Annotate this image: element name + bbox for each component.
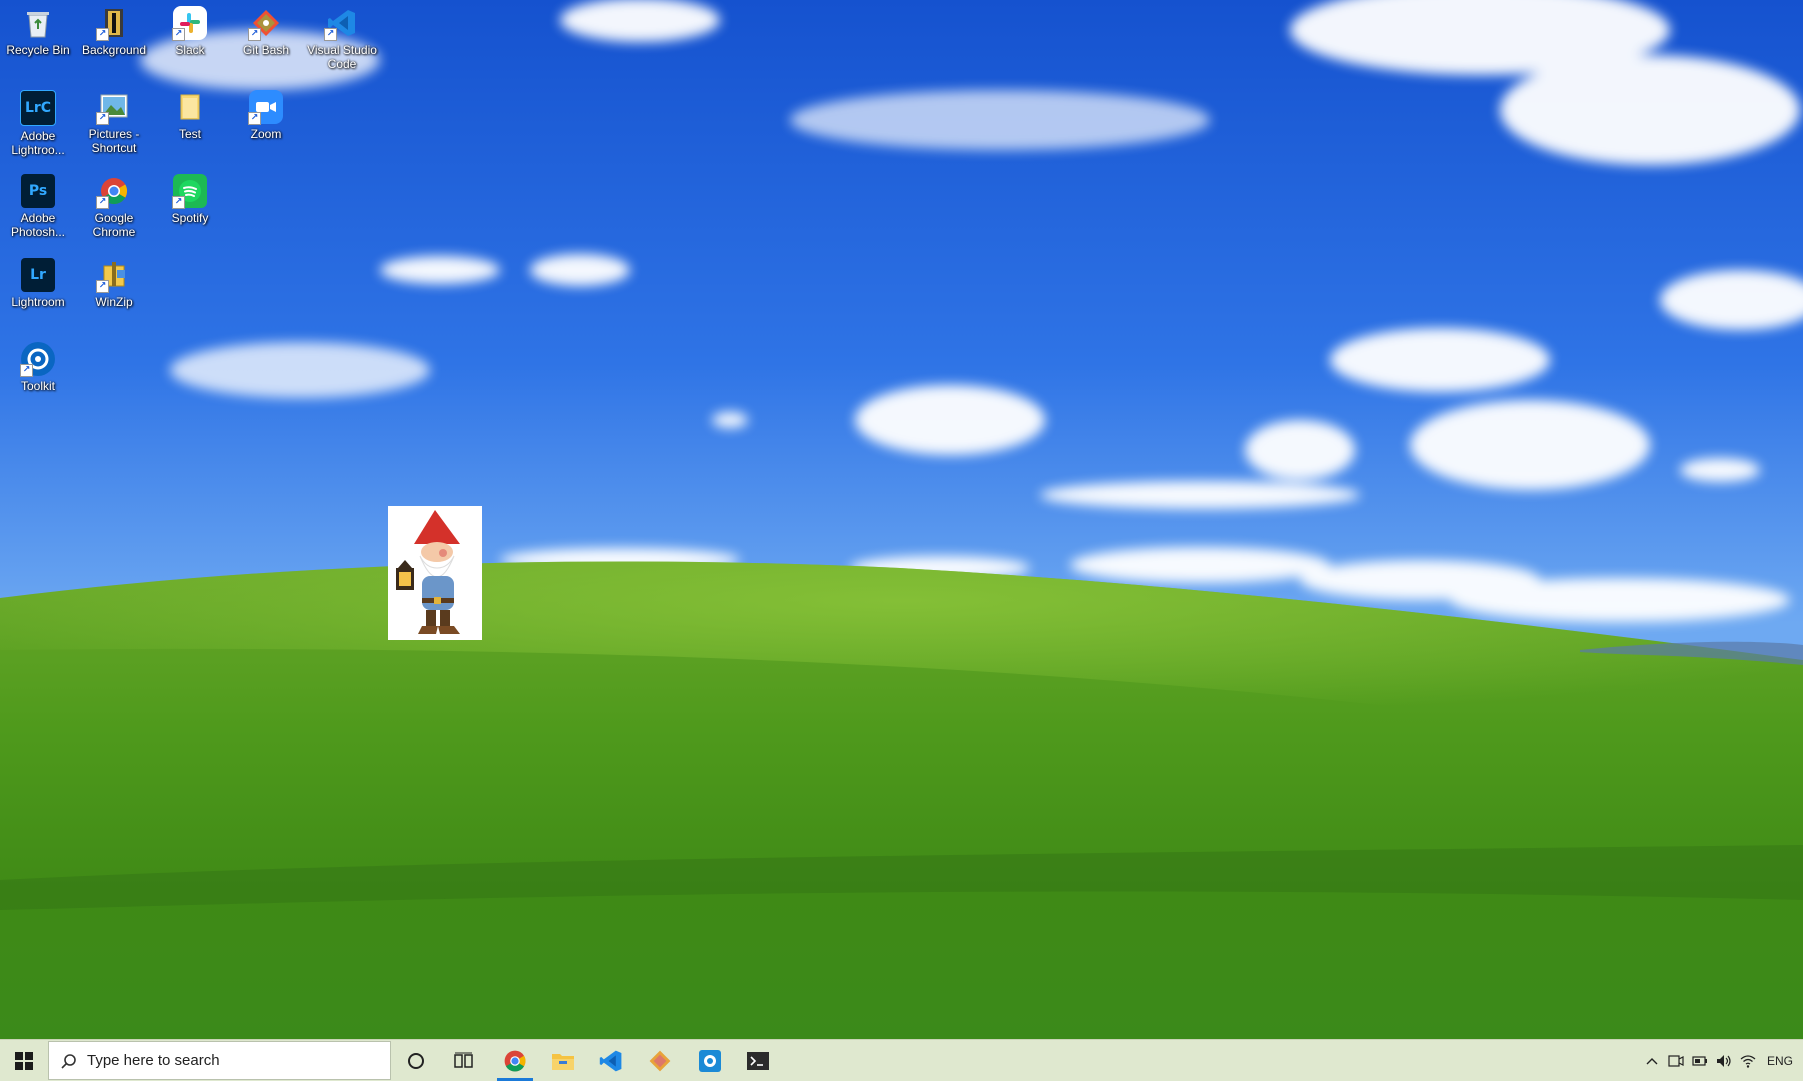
task-view-button[interactable] — [440, 1040, 488, 1081]
desktop-icon-pictures-shortcut[interactable]: ↗ Pictures - Shortcut — [76, 90, 152, 155]
chevron-up-icon — [1646, 1057, 1658, 1064]
vscode-icon: ↗ — [324, 6, 359, 41]
tray-volume[interactable] — [1712, 1040, 1736, 1081]
search-input[interactable]: Type here to search — [48, 1041, 391, 1080]
wallpaper-bliss — [0, 0, 1803, 1039]
desktop-icon-label: Slack — [175, 43, 205, 57]
desktop-icon-slack[interactable]: ↗ Slack — [152, 6, 228, 57]
taskbar-git[interactable] — [636, 1040, 684, 1081]
taskbar-chrome[interactable] — [491, 1040, 539, 1081]
taskbar-snipping-tool[interactable] — [686, 1040, 734, 1081]
taskbar: Type here to search ENG — [0, 1039, 1803, 1081]
snipping-icon — [699, 1049, 721, 1072]
taskbar-file-explorer[interactable] — [539, 1040, 587, 1081]
lightroom-icon: Lr — [21, 258, 55, 292]
show-hidden-icons-button[interactable] — [1640, 1040, 1664, 1081]
photoshop-icon: Ps — [21, 174, 55, 208]
desktop-icon-label: Background — [81, 43, 147, 57]
task-view-icon — [454, 1052, 473, 1068]
desktop-icon-label: WinZip — [95, 295, 133, 309]
desktop-icon-google-chrome[interactable]: ↗ Google Chrome — [76, 174, 152, 239]
recycle-bin-icon — [21, 6, 55, 40]
background-icon: ↗ — [96, 6, 131, 41]
winzip-icon: ↗ — [96, 258, 131, 293]
git-icon — [649, 1050, 671, 1071]
tray-network[interactable] — [1736, 1040, 1760, 1081]
battery-icon — [1692, 1055, 1707, 1066]
tray-meet-now[interactable] — [1664, 1040, 1688, 1081]
git-bash-icon: ↗ — [248, 6, 283, 41]
desktop-icon-spotify[interactable]: ↗ Spotify — [152, 174, 228, 225]
desktop-icon-label: Google Chrome — [92, 211, 136, 239]
desktop-icon-label: Git Bash — [242, 43, 290, 57]
desktop-icon-zoom[interactable]: ↗ Zoom — [228, 90, 304, 141]
desktop: Recycle Bin ↗ Background ↗ Slack ↗ Git B… — [0, 0, 1803, 1039]
cortana-button[interactable] — [392, 1040, 440, 1081]
desktop-icon-test-folder[interactable]: Test — [152, 90, 228, 141]
toolkit-icon: ↗ — [20, 342, 55, 377]
wifi-icon — [1740, 1054, 1756, 1068]
desktop-icon-git-bash[interactable]: ↗ Git Bash — [228, 6, 304, 57]
terminal-icon — [747, 1051, 769, 1070]
desktop-icon-label: Zoom — [250, 127, 282, 141]
desktop-icon-recycle-bin[interactable]: Recycle Bin — [0, 6, 76, 57]
desktop-icon-label: Lightroom — [11, 295, 65, 309]
desktop-icon-adobe-lightroom-classic[interactable]: LrC Adobe Lightroo... — [0, 90, 76, 157]
desktop-icon-label: Recycle Bin — [6, 43, 70, 57]
desktop-icon-background[interactable]: ↗ Background — [76, 6, 152, 57]
desktop-icon-toolkit[interactable]: ↗ Toolkit — [0, 342, 76, 393]
gnome-illustration — [396, 510, 460, 634]
desktop-icon-adobe-photoshop[interactable]: Ps Adobe Photosh... — [0, 174, 76, 239]
pictures-shortcut-icon: ↗ — [96, 90, 131, 125]
desktop-icon-label: Pictures - Shortcut — [88, 127, 140, 155]
cortana-icon — [408, 1052, 424, 1069]
desktop-icon-label: Adobe Photosh... — [10, 211, 66, 239]
chrome-icon: ↗ — [96, 174, 131, 209]
desktop-icon-lightroom[interactable]: Lr Lightroom — [0, 258, 76, 309]
taskbar-vscode[interactable] — [587, 1040, 635, 1081]
desktop-icon-label: Toolkit — [20, 379, 55, 393]
zoom-icon: ↗ — [248, 90, 283, 125]
chrome-icon — [504, 1050, 526, 1071]
taskbar-terminal[interactable] — [734, 1040, 782, 1081]
tray-language[interactable]: ENG — [1762, 1040, 1798, 1081]
start-button[interactable] — [0, 1040, 48, 1081]
desktop-icon-label: Test — [178, 127, 201, 141]
lightroom-classic-icon: LrC — [20, 90, 56, 126]
spotify-icon: ↗ — [172, 174, 207, 209]
folder-icon — [173, 90, 207, 124]
desktop-icon-label: Visual Studio Code — [307, 43, 377, 71]
file-explorer-icon — [552, 1053, 574, 1070]
search-icon — [61, 1054, 76, 1069]
desktop-icon-winzip[interactable]: ↗ WinZip — [76, 258, 152, 309]
gnome-image[interactable] — [388, 506, 482, 640]
vscode-icon — [599, 1050, 622, 1071]
windows-icon — [15, 1051, 33, 1070]
desktop-icon-label: Adobe Lightroo... — [11, 129, 65, 157]
desktop-icon-label: Spotify — [171, 211, 209, 225]
language-indicator: ENG — [1766, 1053, 1793, 1068]
tray-battery[interactable] — [1688, 1040, 1712, 1081]
volume-icon — [1717, 1054, 1731, 1067]
search-placeholder: Type here to search — [87, 1052, 220, 1069]
desktop-icon-visual-studio-code[interactable]: ↗ Visual Studio Code — [304, 6, 380, 71]
camera-icon — [1668, 1054, 1684, 1067]
slack-icon: ↗ — [172, 6, 207, 41]
